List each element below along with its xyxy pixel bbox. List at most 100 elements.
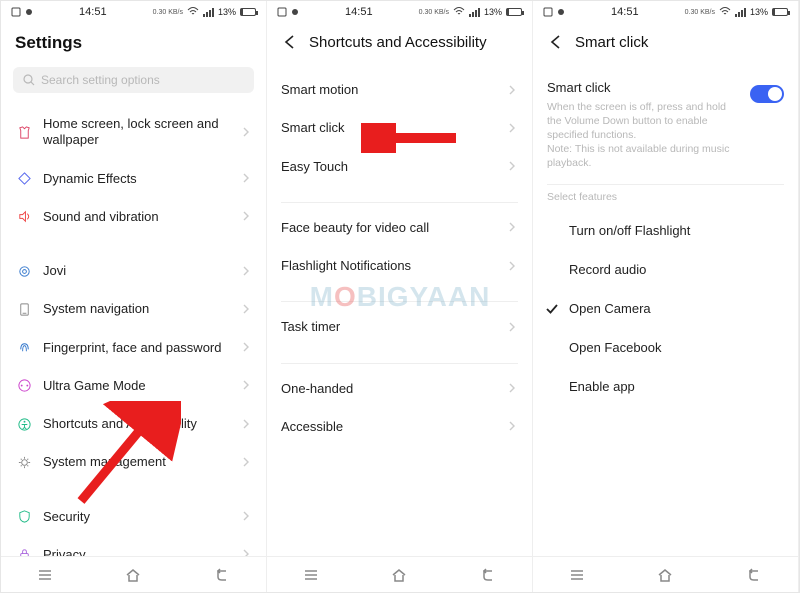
- chevron-right-icon: [508, 261, 516, 271]
- chevron-right-icon: [242, 380, 250, 390]
- row-dynamic-effects[interactable]: Dynamic Effects: [1, 160, 266, 198]
- signal-icon: [735, 8, 746, 17]
- recents-icon[interactable]: [36, 567, 54, 583]
- recents-icon[interactable]: [302, 567, 320, 583]
- header-shortcuts: Shortcuts and Accessibility: [267, 23, 532, 57]
- row-one-handed[interactable]: One-handed: [267, 370, 532, 408]
- section-label: Select features: [533, 185, 798, 207]
- camera-dot-icon: [557, 8, 565, 16]
- smart-click-toggle[interactable]: [750, 85, 784, 103]
- row-smart-click[interactable]: Smart click: [267, 109, 532, 147]
- lock-icon: [17, 547, 32, 556]
- signal-icon: [469, 8, 480, 17]
- feature-record-audio[interactable]: Record audio: [533, 250, 798, 289]
- row-shortcuts[interactable]: Shortcuts and Accessibility: [1, 405, 266, 443]
- back-icon[interactable]: [745, 567, 763, 583]
- toggle-title: Smart click: [547, 79, 742, 97]
- back-arrow-icon[interactable]: [281, 33, 299, 51]
- home-icon[interactable]: [656, 567, 674, 583]
- wifi-icon: [187, 6, 199, 18]
- gamepad-icon: [17, 378, 32, 393]
- row-security[interactable]: Security: [1, 498, 266, 536]
- feature-enable-app[interactable]: Enable app: [533, 367, 798, 406]
- row-face-beauty[interactable]: Face beauty for video call: [267, 209, 532, 247]
- status-time: 14:51: [345, 6, 373, 18]
- network-speed: 0.30 KB/s: [153, 9, 183, 16]
- chevron-right-icon: [242, 457, 250, 467]
- orientation-icon: [277, 7, 287, 17]
- camera-dot-icon: [291, 8, 299, 16]
- status-bar: 14:51 0.30 KB/s 13%: [267, 1, 532, 23]
- wifi-icon: [719, 6, 731, 18]
- row-flashlight-notif[interactable]: Flashlight Notifications: [267, 247, 532, 285]
- row-game-mode[interactable]: Ultra Game Mode: [1, 367, 266, 405]
- phone-rect-icon: [17, 302, 32, 317]
- battery-pct: 13%: [484, 7, 502, 17]
- row-jovi[interactable]: Jovi: [1, 252, 266, 290]
- search-input[interactable]: Search setting options: [13, 67, 254, 93]
- home-icon[interactable]: [124, 567, 142, 583]
- status-bar: 14:51 0.30 KB/s 13%: [1, 1, 266, 23]
- accessibility-icon: [17, 417, 32, 432]
- feature-open-facebook[interactable]: Open Facebook: [533, 328, 798, 367]
- battery-icon: [240, 8, 256, 16]
- chevron-right-icon: [242, 549, 250, 556]
- chevron-right-icon: [508, 322, 516, 332]
- features-list: Turn on/off Flashlight Record audio Open…: [533, 211, 798, 556]
- page-title: Settings: [1, 23, 266, 63]
- shirt-icon: [17, 125, 32, 140]
- back-icon[interactable]: [479, 567, 497, 583]
- feature-flashlight[interactable]: Turn on/off Flashlight: [533, 211, 798, 250]
- row-system-nav[interactable]: System navigation: [1, 290, 266, 328]
- shortcuts-list: Smart motion Smart click Easy Touch Face…: [267, 71, 532, 556]
- toggle-desc-2: Note: This is not available during music…: [547, 142, 742, 170]
- settings-list: Home screen, lock screen and wallpaper D…: [1, 105, 266, 556]
- chevron-right-icon: [242, 127, 250, 137]
- nav-bar: [1, 556, 266, 592]
- back-arrow-icon[interactable]: [547, 33, 565, 51]
- row-home-screen[interactable]: Home screen, lock screen and wallpaper: [1, 105, 266, 160]
- chevron-right-icon: [242, 342, 250, 352]
- row-smart-motion[interactable]: Smart motion: [267, 71, 532, 109]
- chevron-right-icon: [242, 211, 250, 221]
- row-accessible[interactable]: Accessible: [267, 408, 532, 446]
- panel-settings: 14:51 0.30 KB/s 13% Settings Search sett…: [1, 1, 267, 592]
- battery-pct: 13%: [750, 7, 768, 17]
- battery-icon: [772, 8, 788, 16]
- status-time: 14:51: [79, 6, 107, 18]
- row-easy-touch[interactable]: Easy Touch: [267, 148, 532, 186]
- ring-icon: [17, 264, 32, 279]
- header-smart-click: Smart click: [533, 23, 798, 57]
- row-fingerprint[interactable]: Fingerprint, face and password: [1, 329, 266, 367]
- page-title: Shortcuts and Accessibility: [309, 34, 487, 51]
- battery-pct: 13%: [218, 7, 236, 17]
- row-privacy[interactable]: Privacy: [1, 536, 266, 556]
- row-task-timer[interactable]: Task timer: [267, 308, 532, 346]
- chevron-right-icon: [242, 304, 250, 314]
- check-icon: [545, 302, 559, 316]
- orientation-icon: [11, 7, 21, 17]
- nav-bar: [533, 556, 798, 592]
- fingerprint-icon: [17, 340, 32, 355]
- status-time: 14:51: [611, 6, 639, 18]
- wifi-icon: [453, 6, 465, 18]
- row-sound[interactable]: Sound and vibration: [1, 198, 266, 236]
- chevron-right-icon: [242, 173, 250, 183]
- gear-icon: [17, 455, 32, 470]
- feature-open-camera[interactable]: Open Camera: [533, 289, 798, 328]
- back-icon[interactable]: [213, 567, 231, 583]
- speaker-icon: [17, 209, 32, 224]
- chevron-right-icon: [242, 266, 250, 276]
- chevron-right-icon: [242, 419, 250, 429]
- row-system-mgmt[interactable]: System management: [1, 443, 266, 481]
- chevron-right-icon: [508, 85, 516, 95]
- toggle-desc-1: When the screen is off, press and hold t…: [547, 100, 742, 143]
- panel-shortcuts: 14:51 0.30 KB/s 13% Shortcuts and Access…: [267, 1, 533, 592]
- home-icon[interactable]: [390, 567, 408, 583]
- recents-icon[interactable]: [568, 567, 586, 583]
- network-speed: 0.30 KB/s: [685, 9, 715, 16]
- battery-icon: [506, 8, 522, 16]
- signal-icon: [203, 8, 214, 17]
- smart-click-toggle-block: Smart click When the screen is off, pres…: [533, 71, 798, 184]
- status-bar: 14:51 0.30 KB/s 13%: [533, 1, 798, 23]
